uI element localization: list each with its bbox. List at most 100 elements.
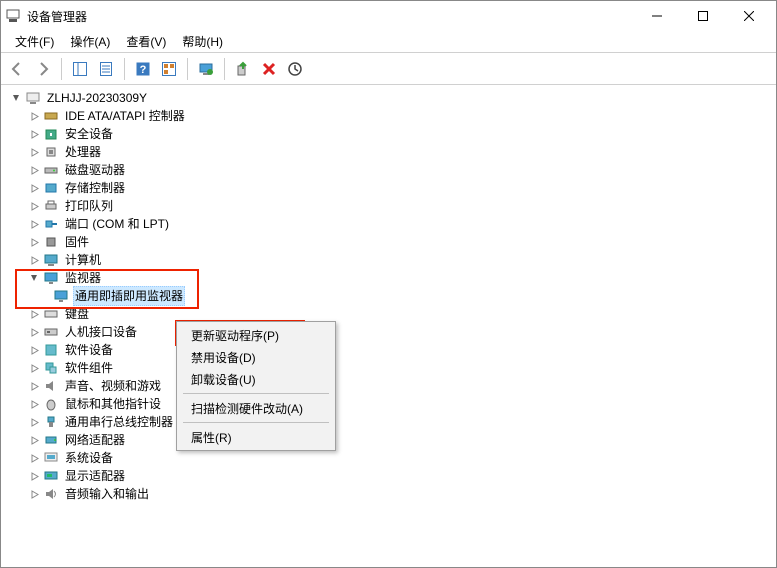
tree-node-swcomp[interactable]: 软件组件 <box>7 359 776 377</box>
tree-label: 键盘 <box>63 305 91 323</box>
tree-node-mouse[interactable]: 鼠标和其他指针设 <box>7 395 776 413</box>
toolbar: ? <box>1 53 776 85</box>
tree-label: 声音、视频和游戏 <box>63 377 163 395</box>
keyboard-icon <box>43 306 59 322</box>
window-controls <box>634 1 772 31</box>
display-adapter-icon <box>43 468 59 484</box>
menu-action[interactable]: 操作(A) <box>62 31 118 52</box>
expander-icon[interactable] <box>27 217 41 231</box>
tree-label: 音频输入和输出 <box>63 485 151 503</box>
expander-icon[interactable] <box>27 163 41 177</box>
sound-icon <box>43 378 59 394</box>
tree-node-security[interactable]: 安全设备 <box>7 125 776 143</box>
back-button[interactable] <box>5 57 29 81</box>
maximize-button[interactable] <box>680 1 726 31</box>
ctx-update-driver[interactable]: 更新驱动程序(P) <box>179 324 333 346</box>
expander-icon[interactable] <box>27 415 41 429</box>
tree-node-display[interactable]: 显示适配器 <box>7 467 776 485</box>
properties-button[interactable] <box>94 57 118 81</box>
separator <box>224 58 225 80</box>
tree-label: 人机接口设备 <box>63 323 139 341</box>
update-driver-toolbar-button[interactable] <box>194 57 218 81</box>
tree-node-monitor[interactable]: 监视器 <box>7 269 776 287</box>
tree-node-sound[interactable]: 声音、视频和游戏 <box>7 377 776 395</box>
uninstall-device-button[interactable] <box>257 57 281 81</box>
expander-icon[interactable] <box>27 253 41 267</box>
separator <box>61 58 62 80</box>
expander-icon[interactable] <box>27 487 41 501</box>
expander-icon[interactable] <box>27 181 41 195</box>
disk-icon <box>43 162 59 178</box>
mouse-icon <box>43 396 59 412</box>
tree-label: 监视器 <box>63 269 103 287</box>
device-tree[interactable]: ZLHJJ-20230309Y IDE ATA/ATAPI 控制器 安全设备 处… <box>1 85 776 567</box>
ctx-scan-hardware[interactable]: 扫描检测硬件改动(A) <box>179 397 333 419</box>
expander-icon[interactable] <box>27 127 41 141</box>
hid-icon <box>43 324 59 340</box>
tree-node-disk[interactable]: 磁盘驱动器 <box>7 161 776 179</box>
forward-button[interactable] <box>31 57 55 81</box>
show-hide-tree-button[interactable] <box>68 57 92 81</box>
tree-node-generic-pnp-monitor[interactable]: 通用即插即用监视器 <box>7 287 776 305</box>
expander-icon[interactable] <box>27 325 41 339</box>
expander-icon[interactable] <box>27 307 41 321</box>
expander-icon[interactable] <box>27 199 41 213</box>
tree-label: ZLHJJ-20230309Y <box>45 89 149 107</box>
expander-icon[interactable] <box>27 469 41 483</box>
tree-node-audio[interactable]: 音频输入和输出 <box>7 485 776 503</box>
tree-node-ports[interactable]: 端口 (COM 和 LPT) <box>7 215 776 233</box>
tree-label: 网络适配器 <box>63 431 127 449</box>
expander-icon[interactable] <box>9 91 23 105</box>
expander-icon[interactable] <box>27 109 41 123</box>
menu-view[interactable]: 查看(V) <box>118 31 174 52</box>
close-button[interactable] <box>726 1 772 31</box>
menu-file[interactable]: 文件(F) <box>7 31 62 52</box>
expander-icon[interactable] <box>27 433 41 447</box>
ctx-label: 扫描检测硬件改动(A) <box>191 400 303 417</box>
tree-label: 安全设备 <box>63 125 115 143</box>
expander-icon[interactable] <box>27 361 41 375</box>
minimize-button[interactable] <box>634 1 680 31</box>
scan-hardware-button[interactable] <box>283 57 307 81</box>
expander-icon[interactable] <box>27 397 41 411</box>
expander-icon[interactable] <box>27 451 41 465</box>
expander-icon[interactable] <box>27 271 41 285</box>
tree-label: 显示适配器 <box>63 467 127 485</box>
tree-node-printq[interactable]: 打印队列 <box>7 197 776 215</box>
enable-device-button[interactable] <box>231 57 255 81</box>
tree-label: 固件 <box>63 233 91 251</box>
ctx-disable-device[interactable]: 禁用设备(D) <box>179 346 333 368</box>
menu-help[interactable]: 帮助(H) <box>174 31 231 52</box>
cpu-icon <box>43 144 59 160</box>
ctx-properties[interactable]: 属性(R) <box>179 426 333 448</box>
ctx-separator <box>183 422 329 423</box>
tree-node-ide[interactable]: IDE ATA/ATAPI 控制器 <box>7 107 776 125</box>
svg-text:?: ? <box>140 64 147 76</box>
tree-node-hid[interactable]: 人机接口设备 <box>7 323 776 341</box>
tree-node-usb[interactable]: 通用串行总线控制器 <box>7 413 776 431</box>
tree-node-firmware[interactable]: 固件 <box>7 233 776 251</box>
tree-node-network[interactable]: 网络适配器 <box>7 431 776 449</box>
expander-icon[interactable] <box>27 235 41 249</box>
storage-icon <box>43 180 59 196</box>
tree-node-computer[interactable]: 计算机 <box>7 251 776 269</box>
expander-icon[interactable] <box>27 379 41 393</box>
tree-node-storage[interactable]: 存储控制器 <box>7 179 776 197</box>
expander-icon[interactable] <box>27 343 41 357</box>
tree-node-system[interactable]: 系统设备 <box>7 449 776 467</box>
tree-node-cpu[interactable]: 处理器 <box>7 143 776 161</box>
tree-root[interactable]: ZLHJJ-20230309Y <box>7 89 776 107</box>
expander-icon[interactable] <box>27 145 41 159</box>
tree-label: 处理器 <box>63 143 103 161</box>
ctx-uninstall-device[interactable]: 卸载设备(U) <box>179 368 333 390</box>
tree-label: 磁盘驱动器 <box>63 161 127 179</box>
help-button[interactable]: ? <box>131 57 155 81</box>
printer-icon <box>43 198 59 214</box>
ctx-label: 更新驱动程序(P) <box>191 327 279 344</box>
view-button[interactable] <box>157 57 181 81</box>
tree-node-keyboard[interactable]: 键盘 <box>7 305 776 323</box>
tree-node-swdev[interactable]: 软件设备 <box>7 341 776 359</box>
app-icon <box>5 8 21 24</box>
ide-icon <box>43 108 59 124</box>
tree-label-selected: 通用即插即用监视器 <box>73 286 185 306</box>
